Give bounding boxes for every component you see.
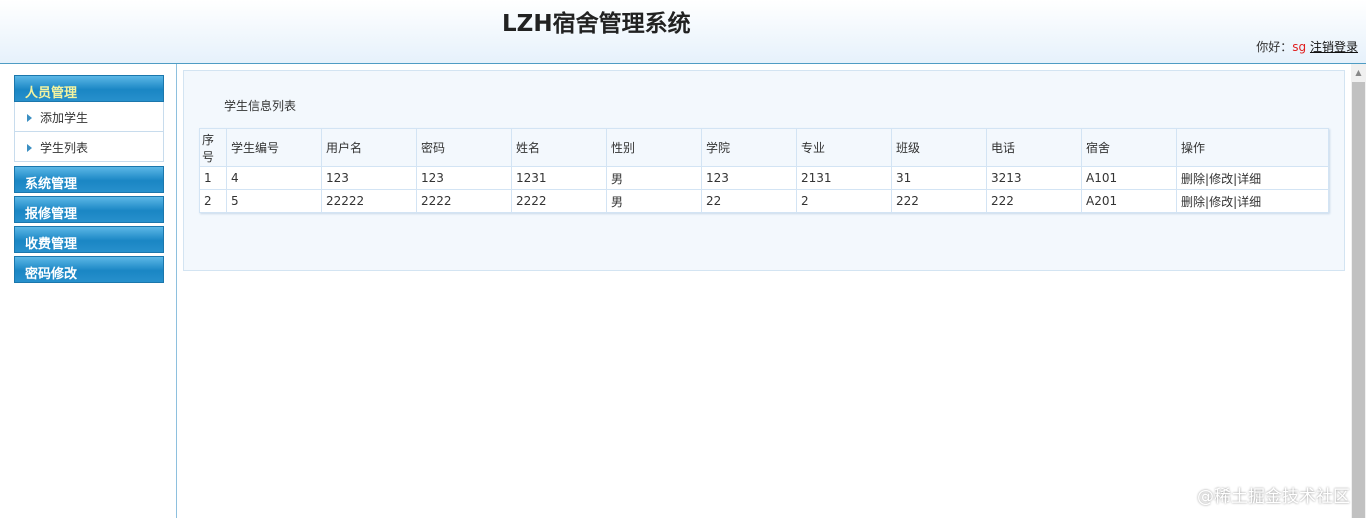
detail-link[interactable]: 详细 xyxy=(1237,195,1261,209)
page-title: 学生信息列表 xyxy=(224,99,297,113)
menu-item-label: 学生列表 xyxy=(40,141,89,155)
logout-link[interactable]: 注销登录 xyxy=(1310,40,1358,54)
table-cell: 1231 xyxy=(511,166,607,190)
sidebar: 人员管理 添加学生 学生列表 系统管理 报修管理 收费管理 密码修改 xyxy=(0,64,177,518)
table-cell: 222 xyxy=(986,189,1082,213)
table-cell: 5 xyxy=(226,189,322,213)
table-cell: 123 xyxy=(321,166,417,190)
menu-fees[interactable]: 收费管理 xyxy=(14,226,164,253)
user-info: 你好：sg 注销登录 xyxy=(1256,38,1358,55)
table-cell: 男 xyxy=(606,189,702,213)
column-header: 班级 xyxy=(891,128,987,167)
actions-cell: 删除|修改|详细 xyxy=(1176,166,1329,190)
header: LZH宿舍管理系统 你好：sg 注销登录 xyxy=(0,0,1366,64)
column-header: 学生编号 xyxy=(226,128,322,167)
table-cell: 22 xyxy=(701,189,797,213)
actions-cell: 删除|修改|详细 xyxy=(1176,189,1329,213)
greeting: 你好： xyxy=(1256,40,1293,54)
detail-link[interactable]: 详细 xyxy=(1237,172,1261,186)
table-cell: A201 xyxy=(1081,189,1177,213)
table-cell: A101 xyxy=(1081,166,1177,190)
edit-link[interactable]: 修改 xyxy=(1209,195,1233,209)
table-cell: 3213 xyxy=(986,166,1082,190)
scroll-up-icon[interactable]: ▲ xyxy=(1351,64,1366,80)
arrow-right-icon xyxy=(27,114,32,122)
column-header: 操作 xyxy=(1176,128,1329,167)
table-row: 1 4 123 123 1231 男 123 2131 31 3213 A101 删除|修改|详细 xyxy=(199,166,1329,190)
table-cell: 4 xyxy=(226,166,322,190)
edit-link[interactable]: 修改 xyxy=(1209,172,1233,186)
table-row: 2 5 22222 2222 2222 男 22 2 222 222 A201 删除|修改|详细 xyxy=(199,189,1329,213)
student-table: 序号 学生编号 用户名 密码 姓名 性别 学院 专业 班级 电话 宿舍 操作 1 4 123 123 1231… xyxy=(199,128,1329,213)
watermark: @稀土掘金技术社区 xyxy=(1197,487,1350,507)
table-cell: 2 xyxy=(796,189,892,213)
menu-item-label: 添加学生 xyxy=(40,111,89,125)
table-cell: 123 xyxy=(701,166,797,190)
menu-item-student-list[interactable]: 学生列表 xyxy=(14,132,164,162)
table-cell: 22222 xyxy=(321,189,417,213)
column-header: 姓名 xyxy=(511,128,607,167)
column-header: 专业 xyxy=(796,128,892,167)
column-header: 学院 xyxy=(701,128,797,167)
delete-link[interactable]: 删除 xyxy=(1181,195,1205,209)
menu-repair[interactable]: 报修管理 xyxy=(14,196,164,223)
menu-personnel[interactable]: 人员管理 xyxy=(14,75,164,102)
table-cell: 2 xyxy=(199,189,227,213)
table-cell: 1 xyxy=(199,166,227,190)
menu-system[interactable]: 系统管理 xyxy=(14,166,164,193)
delete-link[interactable]: 删除 xyxy=(1181,172,1205,186)
column-header: 电话 xyxy=(986,128,1082,167)
app-title: LZH宿舍管理系统 xyxy=(502,11,691,37)
menu-password[interactable]: 密码修改 xyxy=(14,256,164,283)
column-header: 序号 xyxy=(199,128,227,167)
table-cell: 2131 xyxy=(796,166,892,190)
table-cell: 2222 xyxy=(511,189,607,213)
column-header: 性别 xyxy=(606,128,702,167)
content-panel: 学生信息列表 序号 学生编号 用户名 密码 姓名 性别 学院 专业 班级 电话 宿舍 操作 1 4 123… xyxy=(183,70,1345,271)
table-cell: 123 xyxy=(416,166,512,190)
column-header: 宿舍 xyxy=(1081,128,1177,167)
username: sg xyxy=(1292,40,1307,54)
menu-item-add-student[interactable]: 添加学生 xyxy=(14,102,164,132)
scrollbar-thumb[interactable] xyxy=(1352,82,1365,518)
table-cell: 222 xyxy=(891,189,987,213)
table-cell: 2222 xyxy=(416,189,512,213)
table-cell: 男 xyxy=(606,166,702,190)
column-header: 密码 xyxy=(416,128,512,167)
scrollbar[interactable]: ▲ xyxy=(1351,64,1366,518)
arrow-right-icon xyxy=(27,144,32,152)
column-header: 用户名 xyxy=(321,128,417,167)
table-cell: 31 xyxy=(891,166,987,190)
